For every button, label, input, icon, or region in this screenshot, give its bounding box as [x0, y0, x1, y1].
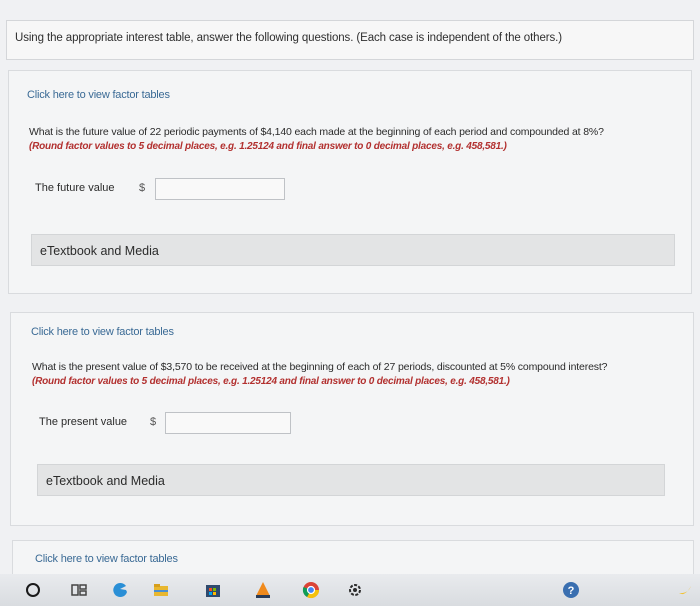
- currency-symbol-2: $: [150, 416, 157, 428]
- store-icon[interactable]: [204, 581, 222, 599]
- present-value-input[interactable]: [165, 412, 291, 434]
- edge-icon[interactable]: [112, 581, 130, 599]
- question-text-2: What is the present value of $3,570 to b…: [32, 361, 608, 373]
- question-text-1: What is the future value of 22 periodic …: [29, 126, 604, 138]
- rounding-hint-1: (Round factor values to 5 decimal places…: [29, 141, 507, 152]
- settings-icon[interactable]: [346, 581, 364, 599]
- taskbar: ?: [0, 574, 700, 606]
- present-value-label: The present value: [39, 416, 128, 428]
- task-view-icon[interactable]: [70, 581, 88, 599]
- factor-tables-link-2[interactable]: Click here to view factor tables: [31, 326, 174, 338]
- question-panel-1: Click here to view factor tables What is…: [8, 70, 692, 294]
- etextbook-media-label-1: eTextbook and Media: [40, 244, 159, 258]
- rounding-hint-2: (Round factor values to 5 decimal places…: [32, 376, 510, 387]
- future-value-label: The future value: [35, 182, 115, 194]
- currency-symbol-1: $: [139, 182, 146, 194]
- banana-icon[interactable]: [676, 581, 694, 599]
- question-panel-2: Click here to view factor tables What is…: [10, 312, 694, 526]
- vlc-icon[interactable]: [254, 581, 272, 599]
- etextbook-media-label-2: eTextbook and Media: [46, 474, 165, 488]
- search-icon[interactable]: [24, 581, 42, 599]
- chrome-icon[interactable]: [302, 581, 320, 599]
- instruction-box: Using the appropriate interest table, an…: [6, 20, 694, 60]
- page: Using the appropriate interest table, an…: [0, 0, 700, 606]
- svg-text:?: ?: [568, 585, 575, 597]
- factor-tables-link-1[interactable]: Click here to view factor tables: [27, 89, 170, 101]
- future-value-input[interactable]: [155, 178, 285, 200]
- help-icon[interactable]: ?: [562, 581, 580, 599]
- instruction-text: Using the appropriate interest table, an…: [15, 32, 562, 44]
- factor-tables-link-3[interactable]: Click here to view factor tables: [35, 553, 178, 565]
- etextbook-media-1[interactable]: eTextbook and Media: [31, 234, 675, 266]
- etextbook-media-2[interactable]: eTextbook and Media: [37, 464, 665, 496]
- file-explorer-icon[interactable]: [152, 581, 170, 599]
